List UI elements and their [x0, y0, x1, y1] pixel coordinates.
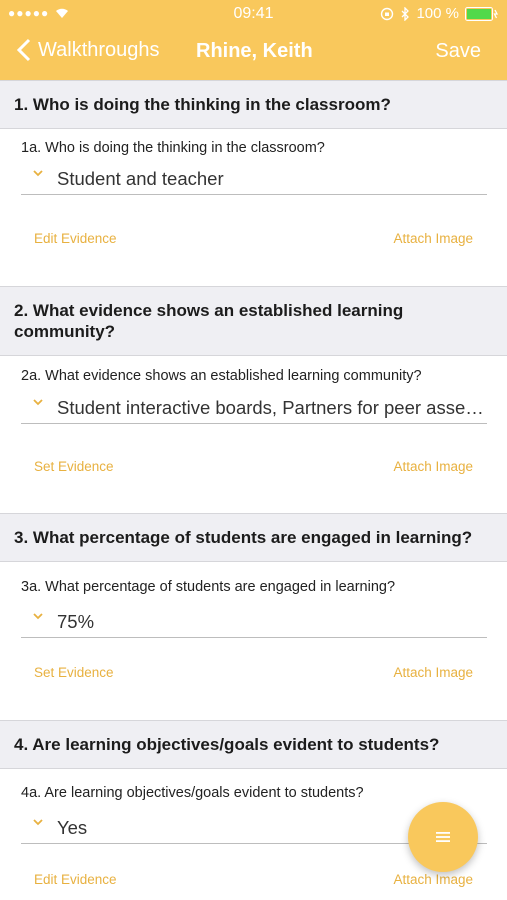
question-1a-value: Student and teacher [57, 168, 224, 189]
menu-icon [436, 832, 450, 842]
question-3-header: 3. What percentage of students are engag… [0, 513, 507, 562]
floating-menu-button[interactable] [408, 802, 478, 872]
bluetooth-icon [401, 6, 410, 21]
attach-image-button-2[interactable]: Attach Image [393, 459, 473, 474]
app-header: ●●●●● 09:41 100 % Walkthroughs Rhine, Ke… [0, 0, 507, 80]
question-1a-label: 1a. Who is doing the thinking in the cla… [21, 140, 325, 156]
attach-image-button-3[interactable]: Attach Image [393, 665, 473, 680]
chevron-down-icon [33, 170, 43, 177]
set-evidence-button-2[interactable]: Set Evidence [34, 459, 114, 474]
chevron-left-icon [16, 38, 31, 62]
edit-evidence-button-1[interactable]: Edit Evidence [34, 231, 117, 246]
question-2a-select[interactable]: Student interactive boards, Partners for… [21, 394, 487, 424]
nav-bar: Walkthroughs Rhine, Keith Save [0, 30, 507, 76]
battery-icon [465, 6, 499, 21]
back-label: Walkthroughs [38, 38, 160, 61]
question-3a-select[interactable]: 75% [21, 608, 487, 638]
save-button[interactable]: Save [435, 40, 481, 63]
set-evidence-button-3[interactable]: Set Evidence [34, 665, 114, 680]
question-3a-value: 75% [57, 611, 95, 632]
attach-image-button-1[interactable]: Attach Image [393, 231, 473, 246]
chevron-down-icon [33, 819, 43, 826]
question-4a-label: 4a. Are learning objectives/goals eviden… [21, 785, 364, 801]
edit-evidence-button-4[interactable]: Edit Evidence [34, 872, 117, 887]
back-button[interactable]: Walkthroughs [16, 38, 160, 62]
attach-image-button-4[interactable]: Attach Image [393, 872, 473, 887]
question-1-header: 1. Who is doing the thinking in the clas… [0, 80, 507, 129]
status-right: 100 % [380, 5, 499, 22]
question-2a-label: 2a. What evidence shows an established l… [21, 368, 422, 384]
battery-percent: 100 % [416, 5, 459, 22]
chevron-down-icon [33, 399, 43, 406]
status-bar: ●●●●● 09:41 100 % [0, 0, 507, 28]
question-3a-label: 3a. What percentage of students are enga… [21, 579, 396, 595]
question-2-header: 2. What evidence shows an established le… [0, 286, 507, 356]
page-title: Rhine, Keith [196, 40, 313, 62]
question-1a-select[interactable]: Student and teacher [21, 165, 487, 195]
question-4-header: 4. Are learning objectives/goals evident… [0, 720, 507, 769]
question-2a-value: Student interactive boards, Partners for… [57, 397, 487, 418]
chevron-down-icon [33, 613, 43, 620]
orientation-lock-icon [381, 7, 394, 20]
